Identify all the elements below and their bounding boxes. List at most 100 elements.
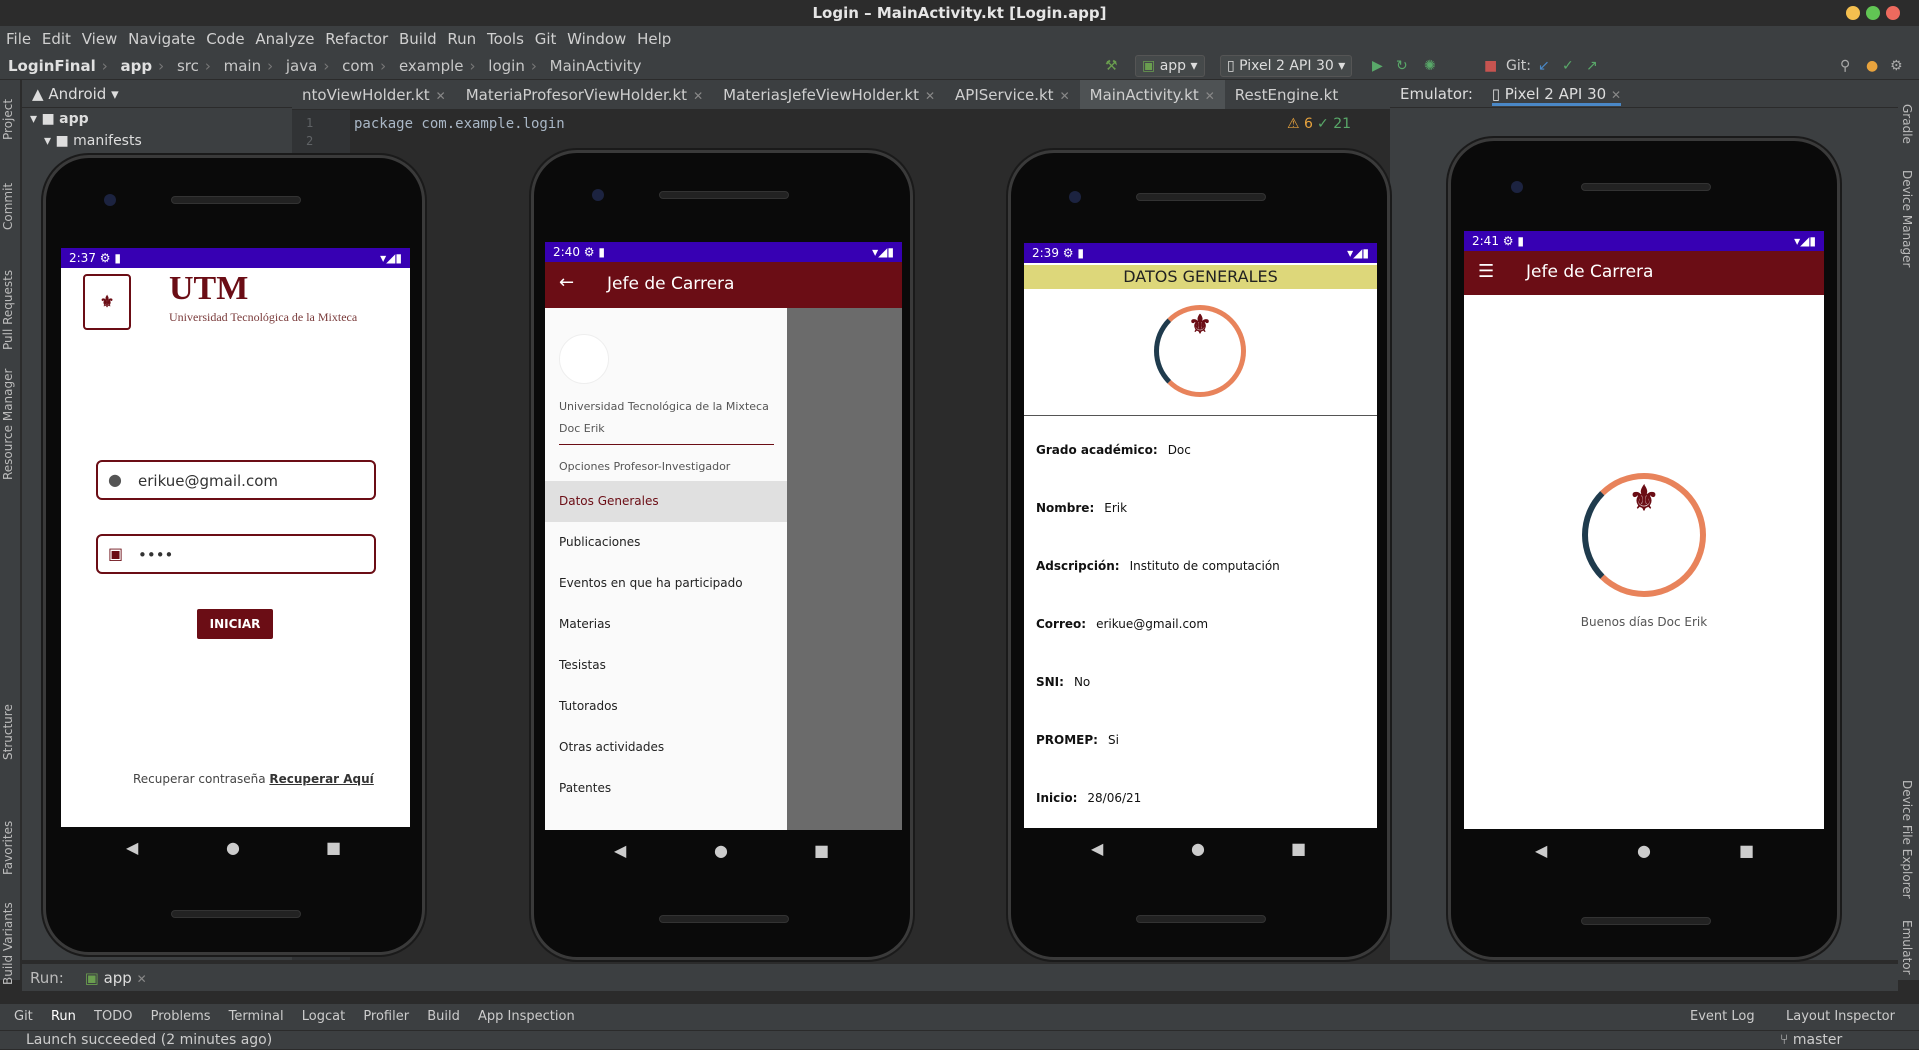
tool-git[interactable]: Git: [14, 1009, 33, 1024]
maximize-button[interactable]: [1866, 6, 1880, 20]
menu-run[interactable]: Run: [447, 30, 476, 48]
tool-layout-inspector[interactable]: Layout Inspector: [1786, 1004, 1895, 1030]
menu-item-materias[interactable]: Materias: [545, 604, 787, 645]
git-push-icon[interactable]: ↗: [1586, 56, 1598, 76]
hamburger-menu-icon[interactable]: ☰: [1478, 261, 1494, 282]
run-config-tab[interactable]: ▣ app ✕: [85, 969, 147, 987]
tree-app[interactable]: ▾ ■ app: [22, 108, 292, 130]
code-line-1[interactable]: package com.example.login: [354, 116, 565, 132]
close-button[interactable]: [1886, 6, 1900, 20]
git-branch[interactable]: ⑂ master: [1780, 1031, 1842, 1050]
hammer-icon[interactable]: ⚒: [1105, 56, 1118, 76]
breadcrumb-mainactivity[interactable]: MainActivity: [550, 57, 642, 75]
breadcrumb-main[interactable]: main: [224, 57, 261, 75]
tree-manifests[interactable]: ▾ ■ manifests: [22, 130, 292, 152]
tool-logcat[interactable]: Logcat: [302, 1009, 345, 1024]
run-config-select[interactable]: ▣ app ▾: [1135, 55, 1205, 77]
tool-problems[interactable]: Problems: [151, 1009, 211, 1024]
breadcrumb-example[interactable]: example: [399, 57, 464, 75]
recents-nav-icon[interactable]: ■: [1739, 841, 1754, 860]
password-field[interactable]: ▣ ••••: [96, 534, 376, 574]
recents-nav-icon[interactable]: ■: [326, 838, 341, 857]
menu-item-datos-generales[interactable]: Datos Generales: [545, 481, 787, 522]
menu-item-otras-actividades[interactable]: Otras actividades: [545, 727, 787, 768]
search-icon[interactable]: ⚲: [1840, 56, 1850, 76]
tool-app-inspection[interactable]: App Inspection: [478, 1009, 575, 1024]
tool-build[interactable]: Build: [427, 1009, 460, 1024]
tool-resource-manager[interactable]: Resource Manager: [1, 369, 15, 480]
menu-build[interactable]: Build: [399, 30, 437, 48]
back-nav-icon[interactable]: ◀: [126, 838, 138, 857]
warning-icon[interactable]: ⚠ 6: [1287, 114, 1313, 134]
tool-device-file-explorer[interactable]: Device File Explorer: [1900, 780, 1914, 899]
home-nav-icon[interactable]: ●: [714, 841, 728, 860]
tab-mainactivity[interactable]: MainActivity.kt ✕: [1079, 80, 1225, 109]
scrim[interactable]: [787, 308, 902, 830]
tool-pull-requests[interactable]: Pull Requests: [1, 270, 15, 350]
home-nav-icon[interactable]: ●: [1191, 839, 1205, 858]
tool-device-manager[interactable]: Device Manager: [1900, 170, 1914, 267]
menu-help[interactable]: Help: [637, 30, 671, 48]
home-nav-icon[interactable]: ●: [1637, 841, 1651, 860]
breadcrumb-login[interactable]: login: [488, 57, 525, 75]
run-icon[interactable]: ▶: [1372, 56, 1383, 76]
menu-item-publicaciones[interactable]: Publicaciones: [545, 522, 787, 563]
menu-file[interactable]: File: [6, 30, 31, 48]
tab-apiservice[interactable]: APIService.kt ✕: [945, 80, 1080, 109]
menu-item-tutorados[interactable]: Tutorados: [545, 686, 787, 727]
tool-structure[interactable]: Structure: [1, 704, 15, 760]
menu-git[interactable]: Git: [535, 30, 557, 48]
back-arrow-icon[interactable]: ←: [559, 272, 574, 293]
tool-favorites[interactable]: Favorites: [1, 821, 15, 875]
menu-navigate[interactable]: Navigate: [128, 30, 195, 48]
breadcrumb-app[interactable]: app: [121, 57, 153, 75]
apply-changes-icon[interactable]: ↻: [1396, 56, 1408, 76]
update-icon[interactable]: ●: [1866, 56, 1878, 76]
home-nav-icon[interactable]: ●: [226, 838, 240, 857]
stop-icon[interactable]: ■: [1484, 56, 1497, 76]
debug-icon[interactable]: ✺: [1424, 56, 1436, 76]
menu-tools[interactable]: Tools: [487, 30, 524, 48]
menu-item-eventos[interactable]: Eventos en que ha participado: [545, 563, 787, 604]
breadcrumb-com[interactable]: com: [342, 57, 374, 75]
settings-icon[interactable]: ⚙: [1890, 56, 1903, 76]
emulator-device-tab[interactable]: ▯ Pixel 2 API 30 ✕: [1491, 85, 1622, 106]
iniciar-button[interactable]: INICIAR: [197, 609, 273, 639]
back-nav-icon[interactable]: ◀: [614, 841, 626, 860]
git-update-icon[interactable]: ↙: [1538, 56, 1550, 76]
tool-profiler[interactable]: Profiler: [363, 1009, 409, 1024]
device-select[interactable]: ▯ Pixel 2 API 30 ▾: [1220, 55, 1353, 77]
minimize-button[interactable]: [1846, 6, 1860, 20]
back-nav-icon[interactable]: ◀: [1091, 839, 1103, 858]
tool-terminal[interactable]: Terminal: [229, 1009, 284, 1024]
menu-code[interactable]: Code: [206, 30, 244, 48]
menu-view[interactable]: View: [82, 30, 118, 48]
back-nav-icon[interactable]: ◀: [1535, 841, 1547, 860]
recover-link[interactable]: Recuperar Aquí: [269, 772, 373, 786]
git-commit-icon[interactable]: ✓: [1562, 56, 1574, 76]
tool-run[interactable]: Run: [51, 1009, 76, 1024]
tool-build-variants[interactable]: Build Variants: [1, 902, 15, 985]
menu-edit[interactable]: Edit: [42, 30, 71, 48]
tab-materiasjefe[interactable]: MateriasJefeViewHolder.kt ✕: [713, 80, 945, 109]
menu-window[interactable]: Window: [567, 30, 626, 48]
email-field[interactable]: ● erikue@gmail.com: [96, 460, 376, 500]
menu-item-tesistas[interactable]: Tesistas: [545, 645, 787, 686]
breadcrumb-project[interactable]: LoginFinal: [8, 57, 96, 75]
recents-nav-icon[interactable]: ■: [814, 841, 829, 860]
tool-project[interactable]: Project: [1, 99, 15, 140]
tool-emulator[interactable]: Emulator: [1900, 920, 1914, 975]
check-icon[interactable]: ✓ 21: [1317, 114, 1351, 134]
tool-gradle[interactable]: Gradle: [1900, 104, 1914, 144]
menu-item-patentes[interactable]: Patentes: [545, 768, 787, 809]
tool-todo[interactable]: TODO: [94, 1009, 132, 1024]
recents-nav-icon[interactable]: ■: [1291, 839, 1306, 858]
tool-commit[interactable]: Commit: [1, 183, 15, 230]
project-view-selector[interactable]: ▲ Android ▾: [22, 80, 292, 108]
tab-viewholder[interactable]: ntoViewHolder.kt ✕: [292, 80, 456, 109]
tab-restengine[interactable]: RestEngine.kt: [1225, 80, 1348, 109]
breadcrumb-java[interactable]: java: [286, 57, 317, 75]
tool-event-log[interactable]: Event Log: [1690, 1004, 1755, 1030]
breadcrumb-src[interactable]: src: [177, 57, 199, 75]
menu-refactor[interactable]: Refactor: [325, 30, 388, 48]
